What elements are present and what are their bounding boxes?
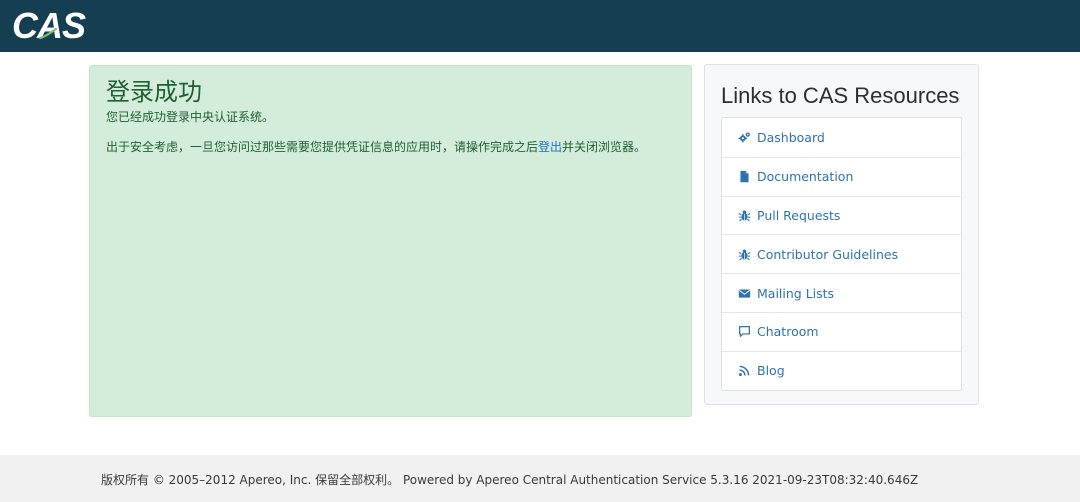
link-documentation[interactable]: Documentation [722, 156, 961, 196]
link-label: Mailing Lists [757, 285, 835, 301]
link-mailing-lists[interactable]: Mailing Lists [722, 273, 961, 312]
link-label: Documentation [757, 169, 854, 185]
top-header-bar: CAS [0, 0, 1080, 52]
bug-icon [738, 209, 751, 222]
logout-link[interactable]: 登出 [538, 140, 562, 154]
link-label: Contributor Guidelines [757, 246, 899, 262]
footer-copyright: 版权所有 © 2005–2012 Apereo, Inc. 保留全部权利。 Po… [101, 473, 919, 487]
link-label: Pull Requests [757, 207, 841, 223]
link-label: Dashboard [757, 129, 825, 145]
link-label: Chatroom [757, 324, 819, 340]
security-notice-after: 并关闭浏览器。 [562, 140, 647, 154]
link-label: Blog [757, 363, 785, 379]
comment-icon [738, 325, 751, 338]
link-blog[interactable]: Blog [722, 350, 961, 390]
cas-resources-panel: Links to CAS Resources Dashboard Documen… [704, 64, 979, 405]
link-dashboard[interactable]: Dashboard [722, 118, 961, 157]
login-success-panel: 登录成功 您已经成功登录中央认证系统。 出于安全考虑，一旦您访问过那些需要您提供… [89, 65, 692, 417]
link-pull-requests[interactable]: Pull Requests [722, 195, 961, 235]
success-message: 您已经成功登录中央认证系统。 [106, 110, 275, 124]
envelope-icon [738, 287, 751, 300]
cas-logo[interactable]: CAS [12, 5, 86, 46]
link-chatroom[interactable]: Chatroom [722, 311, 961, 351]
bug-icon [738, 248, 751, 261]
cogs-icon [738, 131, 751, 144]
logo-swoosh-icon [39, 28, 57, 40]
success-title: 登录成功 [106, 78, 202, 106]
resources-title: Links to CAS Resources [721, 83, 960, 108]
security-notice: 出于安全考虑，一旦您访问过那些需要您提供凭证信息的应用时，请操作完成之后登出并关… [106, 138, 675, 156]
footer: 版权所有 © 2005–2012 Apereo, Inc. 保留全部权利。 Po… [0, 455, 1080, 502]
security-notice-before: 出于安全考虑，一旦您访问过那些需要您提供凭证信息的应用时，请操作完成之后 [106, 140, 539, 154]
link-contributor-guidelines[interactable]: Contributor Guidelines [722, 234, 961, 273]
logo-text: CAS [12, 5, 86, 46]
rss-icon [738, 364, 751, 377]
file-icon [738, 170, 751, 183]
resource-link-list: Dashboard Documentation Pull Requests Co… [721, 117, 962, 391]
